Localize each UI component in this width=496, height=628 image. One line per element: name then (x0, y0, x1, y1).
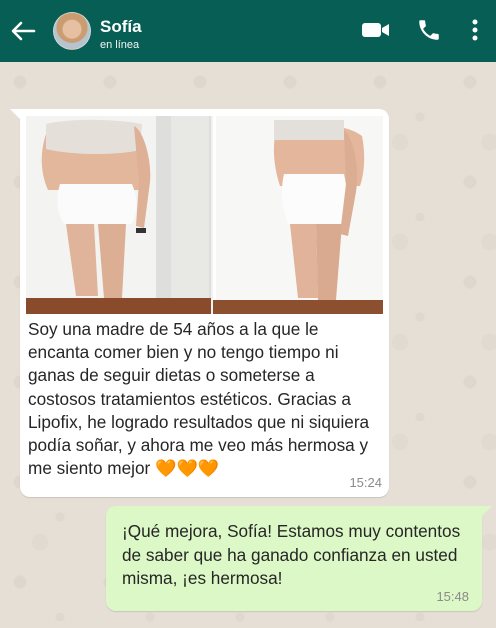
arrow-left-icon (11, 21, 36, 41)
contact-avatar[interactable] (53, 12, 91, 50)
contact-name[interactable]: Sofía (100, 17, 142, 37)
incoming-message-text: Soy una madre de 54 años a la que le enc… (28, 319, 370, 479)
message-photo[interactable] (26, 116, 383, 314)
video-camera-icon[interactable] (361, 18, 391, 42)
outgoing-message[interactable]: ¡Qué mejora, Sofía! Estamos muy contento… (106, 506, 492, 611)
back-button[interactable] (8, 17, 38, 45)
outgoing-message-text: ¡Qué mejora, Sofía! Estamos muy contento… (122, 521, 461, 589)
before-after-photo (26, 116, 383, 314)
incoming-message[interactable]: Soy una madre de 54 años a la que le enc… (10, 109, 389, 497)
phone-icon[interactable] (416, 17, 442, 43)
chat-header: Sofía en línea (0, 0, 496, 62)
contact-status: en línea (100, 39, 140, 51)
more-vertical-icon[interactable] (468, 17, 482, 43)
outgoing-message-time: 15:48 (436, 589, 469, 604)
incoming-message-time: 15:24 (349, 475, 382, 490)
